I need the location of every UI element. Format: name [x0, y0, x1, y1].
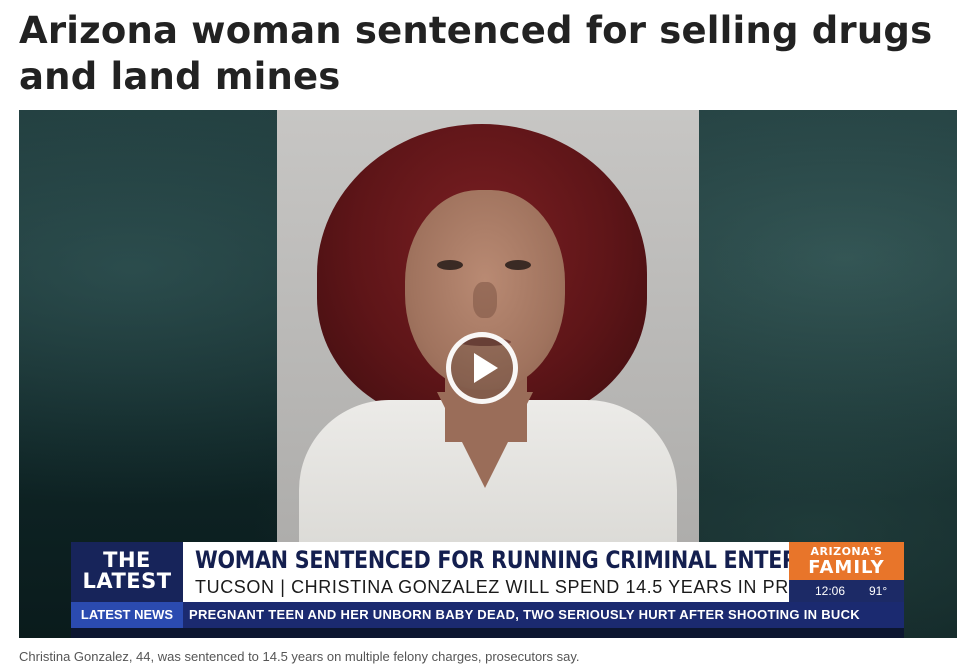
video-caption: Christina Gonzalez, 44, was sentenced to…	[19, 649, 580, 664]
play-button[interactable]	[446, 332, 518, 404]
play-icon	[474, 353, 498, 383]
brand-line-2: FAMILY	[808, 557, 885, 578]
lower-third-subheadline: TUCSON | CHRISTINA GONZALEZ WILL SPEND 1…	[195, 577, 836, 597]
video-player[interactable]: THE LATEST WOMAN SENTENCED FOR RUNNING C…	[19, 110, 957, 638]
news-lower-third: THE LATEST WOMAN SENTENCED FOR RUNNING C…	[71, 542, 904, 638]
the-latest-tag: THE LATEST	[71, 542, 183, 602]
article-headline: Arizona woman sentenced for selling drug…	[19, 9, 933, 98]
station-brand: ARIZONA'S FAMILY 12:06 91°	[789, 542, 904, 602]
news-ticker: LATEST NEWS PREGNANT TEEN AND HER UNBORN…	[71, 602, 904, 628]
lower-third-headline-bar: WOMAN SENTENCED FOR RUNNING CRIMINAL ENT…	[183, 542, 864, 602]
ticker-text: PREGNANT TEEN AND HER UNBORN BABY DEAD, …	[189, 607, 860, 622]
thumbnail-eye-right	[505, 260, 531, 270]
thumbnail-eye-left	[437, 260, 463, 270]
tag-line-2: LATEST	[82, 569, 172, 593]
thumbnail-nose	[473, 282, 497, 318]
broadcast-time: 12:06	[815, 584, 846, 598]
ticker-label: LATEST NEWS	[71, 602, 183, 628]
ticker-bottom-strip	[71, 628, 904, 638]
broadcast-temperature: 91°	[869, 584, 888, 598]
time-temp-bar: 12:06 91°	[789, 580, 904, 602]
video-thumbnail	[277, 110, 699, 542]
station-logo: ARIZONA'S FAMILY	[789, 542, 904, 580]
lower-third-headline: WOMAN SENTENCED FOR RUNNING CRIMINAL ENT…	[195, 546, 865, 574]
thumbnail-vneck	[437, 392, 533, 488]
tag-line-1: THE	[103, 548, 151, 572]
